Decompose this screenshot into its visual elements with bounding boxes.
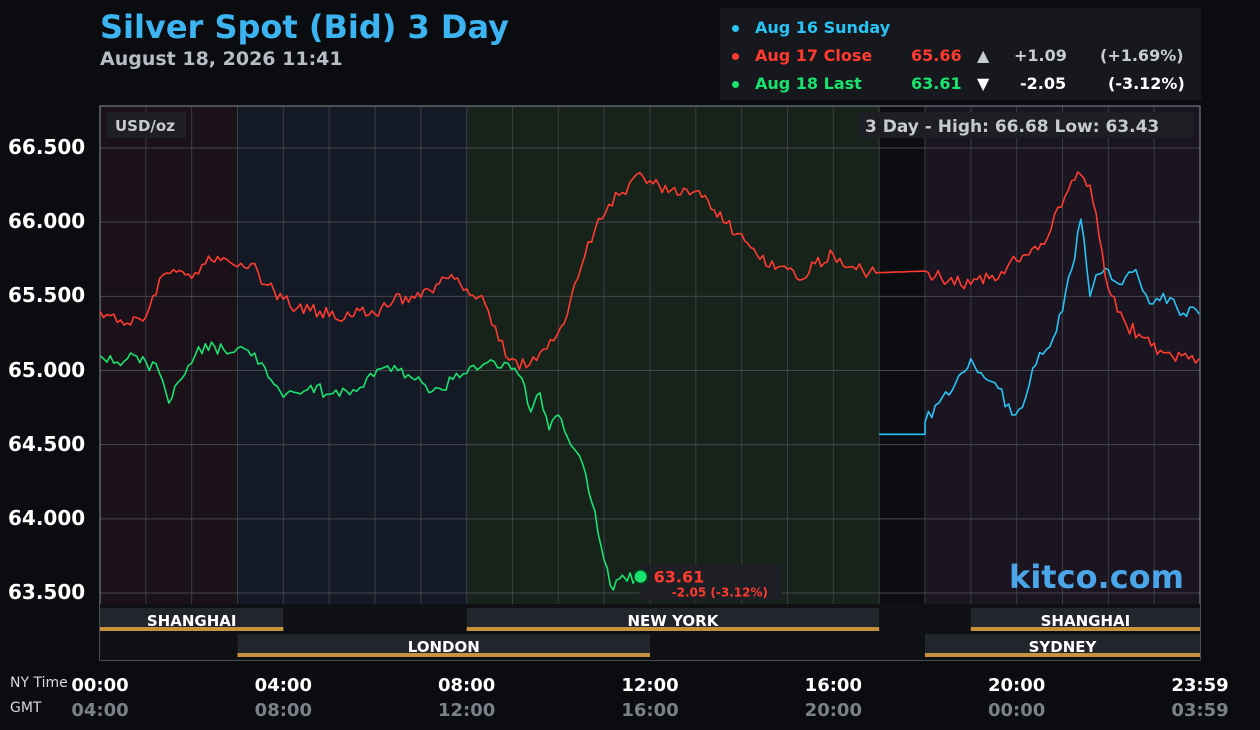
- y-tick-label: 66.500: [8, 135, 86, 159]
- x-tick-label-gmt: 00:00: [988, 700, 1046, 721]
- y-tick-label: 65.000: [8, 357, 86, 382]
- x-tick-label-gmt: 12:00: [438, 700, 496, 721]
- y-tick-label: 64.000: [8, 505, 86, 530]
- x-tick-label-gmt: 08:00: [254, 700, 312, 721]
- x-tick-label-gmt: 04:00: [71, 700, 129, 721]
- session-label: NEW YORK: [628, 612, 720, 630]
- price-chart[interactable]: SHANGHAI NEW YORK SHANGHAI LONDON SYDNEY 63.…: [0, 0, 1260, 730]
- y-tick-label: 63.500: [8, 580, 86, 604]
- x-tick-label-ny: 23:59: [1171, 675, 1229, 696]
- last-price-value: 63.61: [654, 568, 705, 587]
- x-tick-label-gmt: 16:00: [621, 700, 679, 721]
- shanghai-shade: [100, 106, 238, 604]
- london-shade: [237, 106, 467, 604]
- last-price-change: -2.05 (-3.12%): [672, 586, 768, 600]
- y-tick-label: 64.500: [8, 431, 86, 456]
- last-price-dot: [632, 568, 649, 585]
- x-tick-label-gmt: 03:59: [1171, 700, 1229, 721]
- ny-time-label: NY Time: [10, 675, 68, 691]
- x-tick-label-gmt: 20:00: [804, 700, 862, 721]
- x-tick-label-ny: 04:00: [254, 675, 312, 696]
- y-tick-label: 66.000: [8, 209, 86, 234]
- session-label: SYDNEY: [1029, 638, 1098, 656]
- session-label: LONDON: [408, 638, 480, 656]
- gmt-label: GMT: [10, 700, 42, 716]
- x-tick-label-ny: 20:00: [988, 675, 1046, 696]
- session-label: SHANGHAI: [1041, 612, 1131, 630]
- x-tick-label-ny: 12:00: [621, 675, 679, 696]
- closed-shade: [879, 106, 925, 604]
- high-low-label: 3 Day - High: 66.68 Low: 63.43: [865, 117, 1159, 137]
- watermark: kitco.com: [1009, 558, 1184, 596]
- unit-label: USD/oz: [115, 117, 175, 135]
- y-tick-label: 65.500: [8, 283, 86, 308]
- new-york-shade: [466, 106, 880, 604]
- session-label: SHANGHAI: [147, 612, 237, 630]
- x-tick-label-ny: 08:00: [438, 675, 496, 696]
- x-tick-label-ny: 16:00: [804, 675, 862, 696]
